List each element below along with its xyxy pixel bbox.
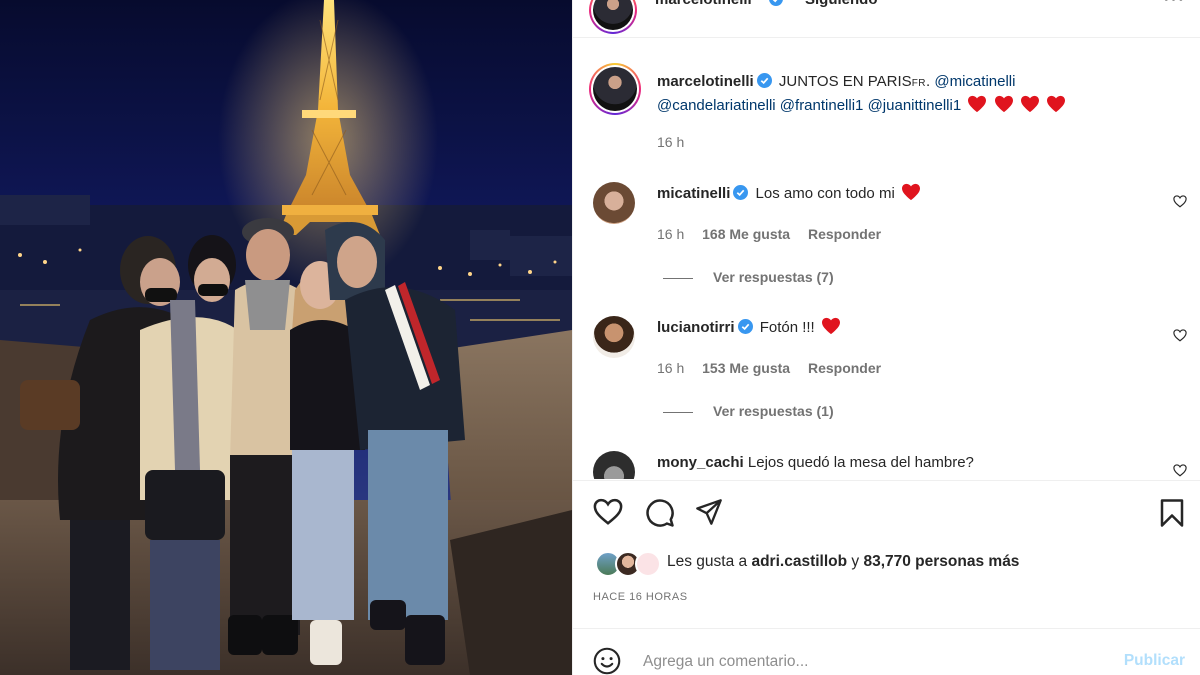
view-replies-label: Ver respuestas (1) — [713, 403, 834, 419]
verified-icon — [769, 0, 783, 11]
like-comment-icon[interactable] — [1173, 195, 1187, 213]
heart-emoji-icon — [1046, 95, 1065, 113]
likes-text: Les gusta a adri.castillob y 83,770 pers… — [667, 553, 1019, 571]
heart-emoji-icon — [901, 183, 920, 201]
caption-username[interactable]: marcelotinelli — [657, 73, 754, 90]
view-replies-label: Ver respuestas (7) — [713, 269, 834, 285]
likes-count[interactable]: 83,770 personas más — [863, 553, 1019, 570]
flag-fr: FR — [911, 78, 927, 89]
comment-meta: 16 h 168 Me gusta Responder — [657, 226, 881, 242]
verified-icon — [737, 319, 753, 341]
heart-emoji-icon — [1020, 95, 1039, 113]
liker-username[interactable]: adri.castillob — [751, 553, 847, 570]
comment-1: micatinelli Los amo con todo mi — [657, 183, 1157, 207]
comment-2: lucianotirri Fotón !!! — [657, 317, 1157, 341]
verified-icon — [756, 73, 772, 95]
comment-input[interactable] — [643, 653, 1103, 671]
heart-emoji-icon — [994, 95, 1013, 113]
comment-avatar[interactable] — [593, 316, 635, 358]
mention-1[interactable]: @micatinelli — [934, 73, 1015, 90]
author-avatar[interactable] — [589, 0, 637, 34]
liker-avatars[interactable] — [595, 551, 663, 577]
like-comment-icon[interactable] — [1173, 329, 1187, 347]
like-comment-icon[interactable] — [1173, 464, 1187, 479]
comment-time: 16 h — [657, 226, 685, 242]
caption: marcelotinelli JUNTOS EN PARISFR. @micat… — [657, 71, 1157, 117]
comment-username[interactable]: lucianotirri — [657, 319, 735, 336]
post-header: marcelotinelli • Siguiendo ••• — [573, 0, 1200, 38]
comment-icon[interactable] — [645, 498, 675, 533]
comment-text: Fotón !!! — [759, 319, 815, 336]
reply-button[interactable]: Responder — [808, 226, 881, 242]
heart-emoji-icon — [968, 95, 987, 113]
post-timestamp[interactable]: HACE 16 HORAS — [593, 591, 688, 603]
comment-avatar[interactable] — [593, 182, 635, 224]
author-username[interactable]: marcelotinelli — [655, 0, 752, 8]
heart-icon[interactable] — [593, 498, 623, 531]
post-photo[interactable] — [0, 0, 572, 675]
comment-time: 16 h — [657, 360, 685, 376]
view-replies-button[interactable]: Ver respuestas (7) — [663, 269, 834, 285]
comment-text: Los amo con todo mi — [755, 185, 895, 202]
comment-likes[interactable]: 168 Me gusta — [702, 226, 790, 242]
post-detail-panel: marcelotinelli • Siguiendo ••• marceloti… — [572, 0, 1200, 675]
comment-username[interactable]: micatinelli — [657, 185, 730, 202]
comment-text: Lejos quedó la mesa del hambre? — [747, 454, 974, 471]
share-icon[interactable] — [695, 498, 723, 531]
comment-3: mony_cachi Lejos quedó la mesa del hambr… — [657, 452, 1157, 474]
action-bar — [573, 498, 1200, 534]
comment-meta: 16 h 153 Me gusta Responder — [657, 360, 881, 376]
comment-likes[interactable]: 153 Me gusta — [702, 360, 790, 376]
likes-summary: Les gusta a adri.castillob y 83,770 pers… — [595, 548, 1195, 578]
divider — [573, 480, 1200, 481]
publish-button[interactable]: Publicar — [1124, 652, 1185, 670]
caption-hearts — [965, 95, 1066, 114]
verified-icon — [733, 185, 749, 207]
likes-connector: y — [851, 553, 860, 570]
liker-avatar — [635, 551, 661, 577]
mention-2[interactable]: @candelariatinelli — [657, 97, 776, 114]
bookmark-icon[interactable] — [1159, 498, 1185, 533]
following-button[interactable]: Siguiendo — [805, 0, 878, 8]
more-icon[interactable]: ••• — [1163, 0, 1185, 9]
heart-emoji-icon — [821, 317, 840, 335]
caption-text: JUNTOS EN PARIS — [778, 73, 912, 90]
comment-avatar[interactable] — [593, 451, 635, 479]
likes-prefix: Les gusta a — [667, 553, 748, 570]
caption-time: 16 h — [657, 134, 685, 150]
comment-username[interactable]: mony_cachi — [657, 454, 744, 471]
mention-3[interactable]: @frantinelli1 — [780, 97, 864, 114]
caption-avatar[interactable] — [589, 63, 641, 115]
view-replies-button[interactable]: Ver respuestas (1) — [663, 403, 834, 419]
reply-button[interactable]: Responder — [808, 360, 881, 376]
add-comment-bar: Publicar — [573, 628, 1200, 675]
header-separator: • — [789, 0, 794, 7]
comments-section[interactable]: marcelotinelli JUNTOS EN PARISFR. @micat… — [573, 39, 1200, 479]
mention-4[interactable]: @juanittinelli1 — [868, 97, 962, 114]
emoji-icon[interactable] — [593, 647, 621, 675]
eiffel-tower-family-photo — [0, 0, 572, 675]
